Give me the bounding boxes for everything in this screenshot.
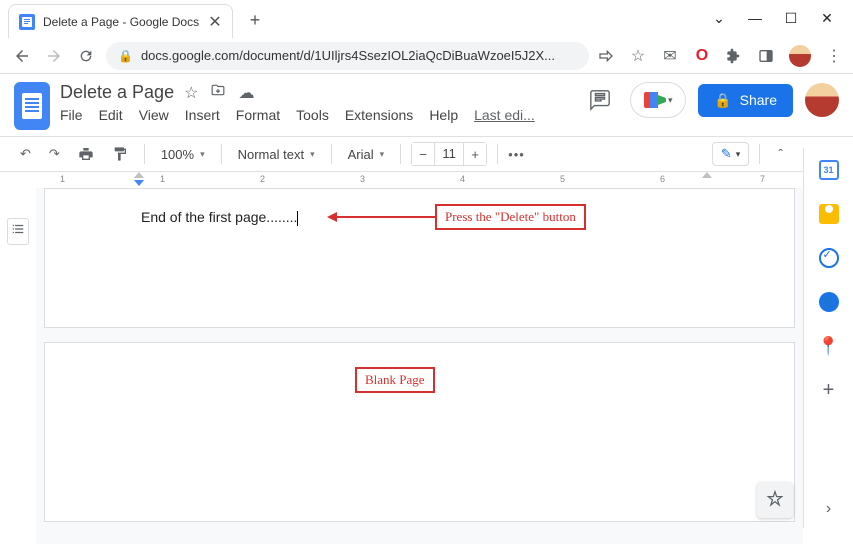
font-size-decrease[interactable]: − [412, 143, 434, 165]
text-cursor [297, 211, 298, 226]
page-2[interactable]: Blank Page [44, 342, 795, 522]
menu-help[interactable]: Help [429, 107, 458, 123]
url-text: docs.google.com/document/d/1UIljrs4SsezI… [141, 48, 555, 63]
docs-toolbar: ↶ ↷ 100% Normal text Arial − 11 + ••• ✎ … [0, 136, 853, 172]
account-avatar[interactable] [805, 83, 839, 117]
document-canvas[interactable]: End of the first page........ Press the … [36, 188, 803, 544]
window-controls: ⌄ — ☐ ✕ [693, 0, 853, 37]
tasks-icon[interactable] [819, 248, 839, 268]
forward-button[interactable] [42, 44, 66, 68]
page-1-text[interactable]: End of the first page........ [141, 209, 298, 226]
panel-icon[interactable] [757, 47, 775, 65]
reload-button[interactable] [74, 44, 98, 68]
share-label: Share [740, 92, 777, 108]
font-dropdown[interactable]: Arial [342, 143, 391, 166]
ruler-row: 1 1 2 3 4 5 6 7 [0, 172, 853, 188]
contacts-icon[interactable] [819, 292, 839, 312]
docs-favicon [19, 14, 35, 30]
page-1[interactable]: End of the first page........ Press the … [44, 188, 795, 328]
browser-tab[interactable]: Delete a Page - Google Docs ✕ [8, 4, 233, 38]
opera-icon[interactable]: O [693, 47, 711, 65]
redo-button[interactable]: ↷ [43, 142, 66, 166]
styles-dropdown[interactable]: Normal text [232, 143, 321, 166]
calendar-icon[interactable]: 31 [819, 160, 839, 180]
docs-logo-icon[interactable] [14, 82, 50, 130]
close-window-icon[interactable]: ✕ [815, 10, 839, 27]
annotation-delete-hint: Press the "Delete" button [435, 204, 586, 230]
pencil-icon: ✎ [721, 146, 732, 162]
keep-icon[interactable] [819, 204, 839, 224]
new-tab-button[interactable]: + [241, 6, 269, 34]
browser-menu-icon[interactable]: ⋮ [825, 47, 843, 65]
mail-icon[interactable]: ✉ [661, 47, 679, 65]
font-size-value[interactable]: 11 [434, 143, 464, 165]
google-side-panel: 31 📍 + › [803, 148, 853, 528]
get-addons-icon[interactable]: + [819, 380, 839, 400]
extensions-icon[interactable] [725, 47, 743, 65]
menu-extensions[interactable]: Extensions [345, 107, 413, 123]
font-size-increase[interactable]: + [464, 143, 486, 165]
annotation-arrow [335, 216, 435, 218]
cloud-status-icon[interactable]: ☁ [238, 83, 254, 103]
browser-addressbar: 🔒 docs.google.com/document/d/1UIljrs4Sse… [0, 38, 853, 74]
tab-close-icon[interactable]: ✕ [208, 15, 222, 29]
print-button[interactable] [72, 142, 100, 166]
toolbar-more-icon[interactable]: ••• [508, 147, 525, 162]
move-doc-icon[interactable] [210, 83, 226, 103]
menu-format[interactable]: Format [236, 107, 280, 123]
lock-icon: 🔒 [118, 49, 133, 63]
meet-button[interactable]: ▾ [630, 82, 686, 118]
font-size-stepper: − 11 + [411, 142, 487, 166]
star-icon[interactable]: ☆ [629, 47, 647, 65]
docs-menubar: File Edit View Insert Format Tools Exten… [60, 107, 572, 123]
lock-share-icon: 🔒 [714, 92, 731, 109]
minimize-icon[interactable]: — [743, 10, 767, 27]
menu-tools[interactable]: Tools [296, 107, 329, 123]
maps-icon[interactable]: 📍 [819, 336, 839, 356]
menu-file[interactable]: File [60, 107, 83, 123]
undo-button[interactable]: ↶ [14, 142, 37, 166]
editing-mode-button[interactable]: ✎ ▾ [712, 142, 749, 166]
url-field[interactable]: 🔒 docs.google.com/document/d/1UIljrs4Sse… [106, 42, 589, 70]
zoom-dropdown[interactable]: 100% [155, 143, 211, 166]
profile-avatar-icon[interactable] [789, 45, 811, 67]
hide-sidepanel-icon[interactable]: › [826, 500, 831, 518]
chevron-down-icon[interactable]: ⌄ [707, 10, 731, 27]
caret-down-icon: ▾ [668, 95, 673, 106]
share-url-icon[interactable] [597, 47, 615, 65]
document-title[interactable]: Delete a Page [60, 82, 174, 103]
paint-format-button[interactable] [106, 142, 134, 166]
menu-view[interactable]: View [139, 107, 169, 123]
menu-edit[interactable]: Edit [99, 107, 123, 123]
annotation-blank-page: Blank Page [355, 367, 435, 393]
docs-header: Delete a Page ☆ ☁ File Edit View Insert … [0, 74, 853, 130]
share-button[interactable]: 🔒 Share [698, 84, 793, 117]
browser-titlebar: Delete a Page - Google Docs ✕ + ⌄ — ☐ ✕ [0, 0, 853, 38]
horizontal-ruler[interactable]: 1 1 2 3 4 5 6 7 [36, 172, 803, 188]
explore-button[interactable] [757, 482, 793, 518]
menu-insert[interactable]: Insert [185, 107, 220, 123]
meet-icon [644, 92, 666, 108]
last-edit-link[interactable]: Last edi... [474, 107, 535, 123]
tab-title: Delete a Page - Google Docs [43, 15, 208, 29]
docs-workspace: End of the first page........ Press the … [0, 188, 853, 544]
outline-toggle-icon[interactable] [7, 218, 29, 245]
maximize-icon[interactable]: ☐ [779, 10, 803, 27]
hide-menus-icon[interactable]: ˆ [778, 146, 783, 162]
back-button[interactable] [10, 44, 34, 68]
caret-down-icon: ▾ [736, 149, 741, 160]
comments-history-icon[interactable] [582, 82, 618, 118]
star-doc-icon[interactable]: ☆ [184, 83, 198, 103]
